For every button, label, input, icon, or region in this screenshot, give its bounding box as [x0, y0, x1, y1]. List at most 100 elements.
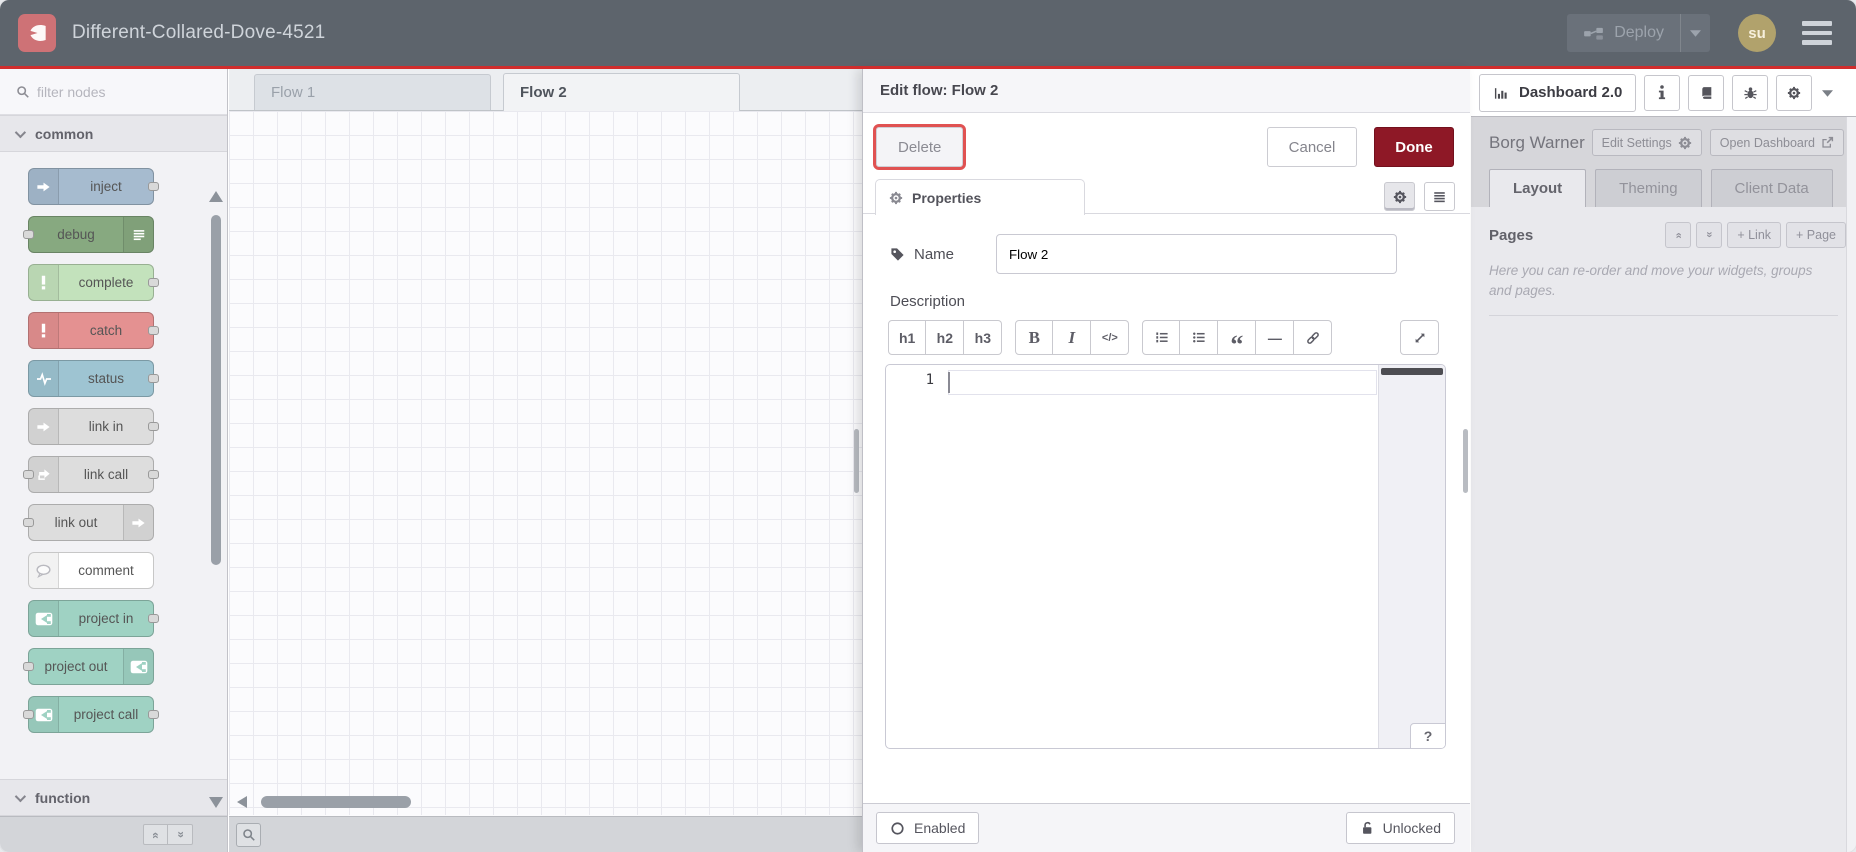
sidebar-subtab-theming[interactable]: Theming — [1595, 169, 1702, 207]
node-port-right[interactable] — [148, 373, 159, 383]
sidebar-menu-caret[interactable] — [1822, 84, 1834, 102]
move-down-button[interactable]: « — [1696, 222, 1723, 248]
palette-node-comment[interactable]: comment — [28, 552, 154, 589]
description-editor[interactable]: 1 ? — [885, 364, 1446, 749]
deploy-options-caret[interactable] — [1680, 14, 1710, 52]
debug-icon — [123, 217, 153, 252]
code-button[interactable]: </> — [1091, 320, 1130, 355]
canvas-grid[interactable] — [229, 111, 862, 815]
node-port-right[interactable] — [148, 613, 159, 623]
node-port-right[interactable] — [148, 469, 159, 479]
quote-button[interactable]: “ — [1218, 320, 1257, 357]
add-page-button[interactable]: + Page — [1786, 222, 1846, 248]
palette-node-link-out[interactable]: link out — [23, 504, 154, 541]
h2-button[interactable]: h2 — [926, 320, 965, 355]
node-port-left[interactable] — [23, 661, 34, 671]
canvas-h-scrollbar[interactable] — [235, 794, 862, 810]
divider — [1489, 315, 1838, 317]
flow-enabled-toggle[interactable]: Enabled — [876, 812, 980, 844]
search-icon — [242, 828, 256, 842]
editor-scrollbar[interactable] — [1378, 365, 1445, 748]
palette-node-catch[interactable]: catch — [28, 312, 159, 349]
palette-node-link-in[interactable]: link in — [28, 408, 159, 445]
bold-button[interactable]: B — [1015, 320, 1054, 355]
main-menu-button[interactable] — [1802, 21, 1832, 45]
deploy-button[interactable]: Deploy — [1567, 14, 1710, 52]
node-port-right[interactable] — [148, 181, 159, 191]
unordered-list-icon-button[interactable] — [1180, 320, 1219, 355]
sidebar-subtab-layout[interactable]: Layout — [1489, 169, 1587, 207]
move-up-button[interactable]: « — [1665, 222, 1692, 248]
sidebar-subtab-client-data[interactable]: Client Data — [1710, 169, 1833, 207]
deploy-icon — [1583, 26, 1604, 41]
h1-button[interactable]: h1 — [888, 320, 927, 355]
flow-canvas[interactable]: Flow 1 Flow 2 — [229, 69, 862, 852]
node-port-left[interactable] — [23, 517, 34, 527]
help-tab-button[interactable] — [1688, 74, 1725, 111]
node-port-right[interactable] — [148, 325, 159, 335]
collapse-all-button[interactable]: « — [143, 824, 168, 845]
debug-tab-button[interactable] — [1732, 74, 1769, 111]
scroll-up-arrow[interactable] — [209, 191, 223, 202]
palette-node-inject[interactable]: inject — [28, 168, 159, 205]
editor-help-button[interactable]: ? — [1410, 723, 1445, 748]
editor-scrollbar-thumb[interactable] — [1381, 368, 1443, 375]
palette-node-link-call[interactable]: link call — [23, 456, 159, 493]
expand-editor-button[interactable] — [1400, 320, 1439, 355]
h3-button[interactable]: h3 — [964, 320, 1003, 355]
user-avatar[interactable]: su — [1738, 14, 1776, 52]
palette-node-complete[interactable]: complete — [28, 264, 159, 301]
external-link-icon — [1821, 136, 1834, 149]
dialog-scrollbar-thumb[interactable] — [1463, 429, 1468, 493]
palette-footer: « « — [0, 816, 227, 852]
flow-tab-flow-2[interactable]: Flow 2 — [503, 73, 740, 111]
palette-node-debug[interactable]: debug — [23, 216, 154, 253]
done-button[interactable]: Done — [1374, 127, 1454, 167]
palette-node-project-in[interactable]: project in — [28, 600, 159, 637]
add-link-button[interactable]: + Link — [1727, 222, 1782, 248]
node-port-right[interactable] — [148, 421, 159, 431]
cancel-button[interactable]: Cancel — [1267, 127, 1357, 167]
palette-search[interactable] — [12, 77, 215, 107]
palette-node-status[interactable]: status — [28, 360, 159, 397]
delete-button[interactable]: Delete — [872, 124, 967, 170]
edit-settings-button[interactable]: Edit Settings — [1591, 129, 1702, 156]
flow-lock-toggle[interactable]: Unlocked — [1345, 812, 1455, 844]
exclamation-icon — [29, 313, 59, 348]
scrollbar-thumb[interactable] — [211, 215, 221, 565]
zoom-button[interactable] — [236, 822, 261, 847]
filter-nodes-input[interactable] — [37, 84, 187, 100]
dashboard-band: Borg Warner Edit Settings Open Dashboard… — [1471, 117, 1856, 207]
ordered-list-icon-button[interactable] — [1142, 320, 1181, 355]
category-label: function — [35, 789, 91, 806]
config-tab-button[interactable] — [1776, 74, 1813, 111]
palette-scrollbar[interactable] — [208, 191, 224, 808]
scrollbar-thumb[interactable] — [261, 796, 411, 808]
node-port-right[interactable] — [148, 709, 159, 719]
tab-properties[interactable]: Properties — [875, 179, 1085, 215]
expand-all-button[interactable]: « — [168, 824, 193, 845]
canvas-v-scrollbar-thumb[interactable] — [854, 429, 859, 493]
edit-properties-button[interactable] — [1384, 182, 1415, 211]
flow-name-input[interactable] — [996, 234, 1397, 274]
node-port-left[interactable] — [23, 709, 34, 719]
palette-category-function[interactable]: function — [0, 779, 227, 816]
node-port-left[interactable] — [23, 229, 34, 239]
node-port-right[interactable] — [148, 277, 159, 287]
sidebar-scrollbar[interactable] — [1846, 117, 1856, 852]
horizontal-rule-button[interactable]: — — [1256, 320, 1295, 355]
caret-down-icon — [1690, 29, 1701, 37]
scroll-down-arrow[interactable] — [209, 797, 223, 808]
scroll-left-arrow[interactable] — [237, 796, 247, 808]
link-icon-button[interactable] — [1294, 320, 1333, 355]
open-dashboard-button[interactable]: Open Dashboard — [1709, 129, 1844, 156]
palette-node-project-call[interactable]: project call — [23, 696, 159, 733]
edit-description-button[interactable] — [1424, 182, 1455, 211]
palette-node-project-out[interactable]: project out — [23, 648, 154, 685]
flow-tab-flow-1[interactable]: Flow 1 — [254, 74, 491, 110]
italic-button[interactable]: I — [1053, 320, 1092, 355]
info-tab-button[interactable] — [1644, 74, 1681, 111]
sidebar-tab-dashboard[interactable]: Dashboard 2.0 — [1479, 73, 1637, 112]
palette-category-common[interactable]: common — [0, 115, 227, 152]
node-port-left[interactable] — [23, 469, 34, 479]
